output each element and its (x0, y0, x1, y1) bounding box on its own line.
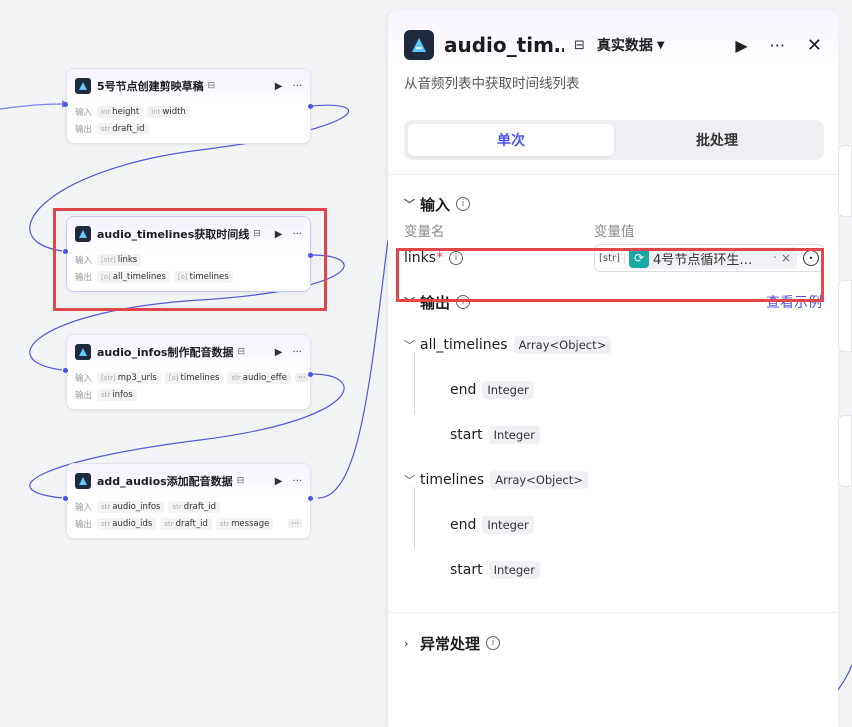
chevron-down-icon[interactable]: ﹀ (404, 196, 420, 212)
tab-batch[interactable]: 批处理 (614, 124, 820, 156)
input-column-headers: 变量名 变量值 (388, 219, 838, 241)
divider (388, 174, 838, 175)
input-label: 输入 (75, 107, 93, 118)
run-button[interactable]: ▶ (735, 36, 747, 55)
tab-single[interactable]: 单次 (408, 124, 614, 156)
workflow-node-audio-infos[interactable]: audio_infos制作配音数据 ⊟ ▶ ··· 输入 [str] mp3_url… (66, 334, 311, 410)
output-subfield: start Integer (404, 412, 838, 457)
store-icon[interactable]: ⊟ (574, 38, 585, 53)
output-chip: str message (215, 517, 274, 530)
divider (388, 612, 838, 613)
node-detail-panel: audio_tim… ⊟ 真实数据 ▼ ▶ ··· ✕ 从音频列表中获取时间线列表… (388, 10, 838, 727)
input-chip: int height (97, 105, 144, 118)
input-port[interactable] (63, 102, 68, 107)
run-node-button[interactable]: ▶ (275, 476, 283, 487)
field-type: Integer (482, 380, 534, 399)
error-section-title: 异常处理 (420, 634, 481, 653)
field-name: end (450, 381, 477, 398)
output-tree: ﹀ all_timelines Array<Object> end Intege… (388, 322, 838, 592)
output-chip: str infos (97, 388, 137, 401)
plugin-logo-icon (75, 473, 91, 489)
offscreen-node[interactable] (838, 145, 852, 217)
store-icon: ⊟ (207, 81, 216, 91)
error-section-header[interactable]: › 异常处理 i (388, 628, 838, 658)
caret-down-icon: ▼ (656, 39, 665, 51)
input-label: 输入 (75, 502, 93, 513)
data-mode-select[interactable]: 真实数据 ▼ (597, 35, 665, 55)
output-label: 输出 (75, 124, 93, 135)
input-chip: [str] mp3_urls (97, 371, 161, 384)
chevron-down-icon[interactable]: ﹀ (404, 472, 420, 488)
field-name: end (450, 516, 477, 533)
plugin-logo-icon (404, 30, 434, 60)
input-section-header[interactable]: ﹀ 输入 i (388, 189, 838, 219)
workflow-node-create-draft[interactable]: 5号节点创建剪映草稿 ⊟ ▶ ··· 输入 int height int width … (66, 68, 311, 144)
store-icon: ⊟ (237, 347, 245, 357)
field-type: Array<Object> (490, 470, 588, 489)
output-chip: str draft_id (97, 122, 149, 135)
more-icon[interactable]: ··· (770, 36, 785, 55)
output-chip: str audio_ids (97, 517, 157, 530)
highlight-box (53, 208, 327, 311)
run-node-button[interactable]: ▶ (275, 347, 283, 358)
output-chip: str draft_id (160, 517, 212, 530)
input-label: 输入 (75, 373, 93, 384)
input-chip: int width (147, 105, 190, 118)
output-label: 输出 (75, 390, 93, 401)
more-outputs-button[interactable]: ··· (288, 519, 302, 528)
chevron-down-icon[interactable]: ﹀ (404, 337, 420, 353)
output-port[interactable] (308, 496, 313, 501)
col-value: 变量值 (594, 224, 635, 240)
offscreen-node[interactable] (838, 280, 852, 352)
panel-description: 从音频列表中获取时间线列表 (404, 76, 580, 92)
output-subfield: end Integer (404, 367, 838, 412)
info-icon[interactable]: i (456, 197, 471, 211)
input-port[interactable] (63, 496, 68, 501)
node-title: 5号节点创建剪映草稿 (97, 80, 204, 93)
input-chip: str draft_id (168, 500, 221, 513)
workflow-node-add-audios[interactable]: add_audios添加配音数据 ⊟ ▶ ··· 输入 str audio_info… (66, 463, 311, 539)
input-chip: str audio_effe (227, 371, 291, 384)
field-name: timelines (420, 471, 485, 488)
col-name: 变量名 (404, 224, 445, 240)
output-subfield: end Integer (404, 502, 838, 547)
node-more-button[interactable]: ··· (292, 81, 302, 92)
node-title: add_audios添加配音数据 (97, 475, 233, 488)
close-icon[interactable]: ✕ (807, 35, 822, 56)
chevron-right-icon[interactable]: › (404, 637, 420, 650)
panel-title: audio_tim… (444, 33, 564, 57)
node-more-button[interactable]: ··· (292, 347, 302, 358)
offscreen-node[interactable] (838, 415, 852, 487)
output-field-timelines[interactable]: ﹀ timelines Array<Object> (404, 457, 838, 502)
run-node-button[interactable]: ▶ (275, 81, 283, 92)
plugin-logo-icon (75, 344, 91, 360)
output-port[interactable] (308, 372, 313, 377)
input-section-title: 输入 (420, 195, 451, 214)
input-port[interactable] (63, 368, 68, 373)
store-icon: ⊟ (236, 476, 245, 486)
field-name: start (450, 426, 483, 443)
field-type: Integer (488, 560, 540, 579)
info-icon[interactable]: i (486, 636, 501, 650)
highlight-box (396, 248, 824, 302)
input-chip: str audio_infos (97, 500, 165, 513)
more-inputs-button[interactable]: ··· (294, 373, 309, 382)
run-mode-tabs: 单次 批处理 (404, 120, 824, 160)
output-label: 输出 (75, 519, 93, 530)
field-type: Array<Object> (513, 335, 612, 354)
output-subfield: start Integer (404, 547, 838, 592)
input-chip: [o] timelines (164, 371, 224, 384)
output-field-all-timelines[interactable]: ﹀ all_timelines Array<Object> (404, 322, 838, 367)
field-name: all_timelines (420, 336, 508, 353)
node-title: audio_infos制作配音数据 (97, 346, 234, 359)
plugin-logo-icon (75, 78, 91, 94)
field-type: Integer (482, 515, 534, 534)
field-name: start (450, 561, 483, 578)
output-port[interactable] (308, 104, 313, 109)
node-more-button[interactable]: ··· (292, 476, 302, 487)
field-type: Integer (488, 425, 540, 444)
